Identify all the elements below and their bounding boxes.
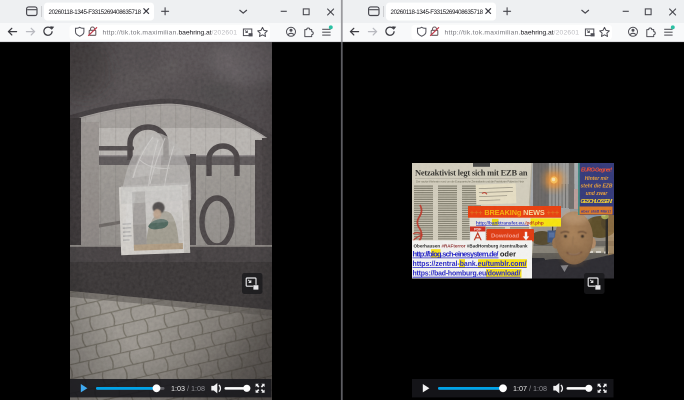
svg-text:1:07 / 1:08: 1:07 / 1:08 <box>513 384 547 393</box>
svg-text:1:03 / 1:08: 1:03 / 1:08 <box>171 384 205 393</box>
